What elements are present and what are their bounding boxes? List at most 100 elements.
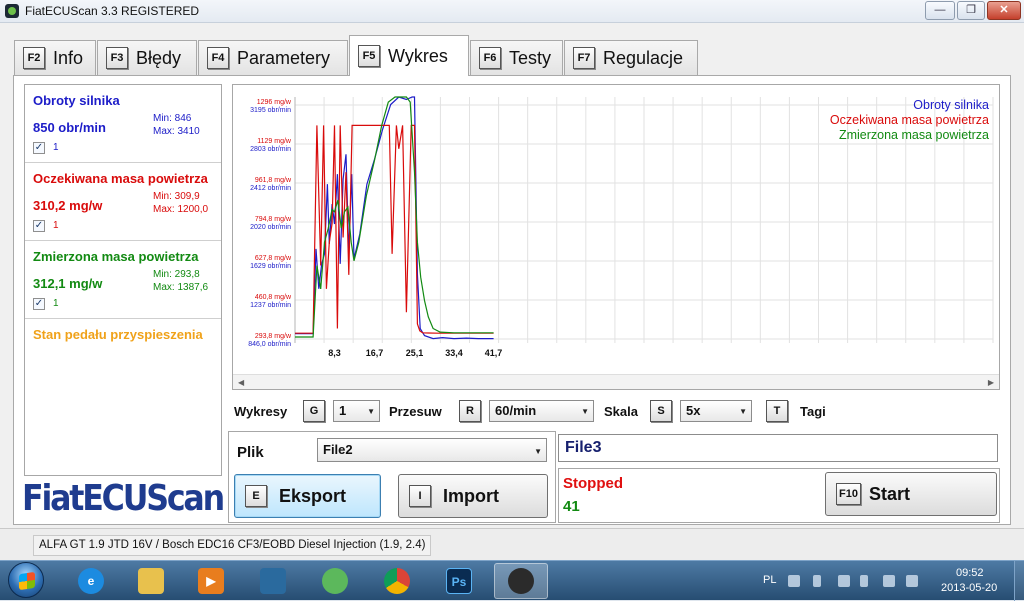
tab-regulacje[interactable]: F7 Regulacje [564,40,698,75]
fiatecuscan-icon [508,568,534,594]
chart-area[interactable]: 1296 mg/w 3195 obr/min 1129 mg/w 2803 obr/m… [232,84,1000,390]
app-icon [5,4,19,18]
parameter-min: Min: 309,9 [153,191,200,202]
start-key: F10 [836,483,861,505]
clock-date[interactable]: 2013-05-20 [941,582,997,594]
przesuw-key: R [459,400,481,422]
x-tick-label: 16,7 [366,348,384,358]
scroll-left-icon[interactable]: ◀ [238,378,244,387]
start-label: Start [868,483,910,504]
skala-key: S [650,400,672,422]
parameter-checkbox[interactable]: ✓ [33,298,45,310]
parameter-value: 312,1 mg/w [33,276,103,291]
tab-bledy[interactable]: F3 Błędy [97,40,197,75]
parameter-name: Stan pedału przyspieszenia [33,327,203,342]
plik-select[interactable]: File2 ▼ [317,438,547,462]
tab-key: F3 [106,47,128,69]
x-tick-label: 25,1 [406,348,424,358]
parameter-checkbox[interactable]: ✓ [33,220,45,232]
y-tick-label-rpm: 1629 obr/min [250,263,291,270]
chevron-down-icon: ▼ [534,447,542,456]
minimize-button[interactable]: — [925,1,955,20]
language-indicator[interactable]: PL [763,574,776,586]
y-tick-label-rpm: 1237 obr/min [250,302,291,309]
taskbar-media[interactable]: ▶ [184,563,238,599]
parameter-item-zmierzona[interactable]: Zmierzona masa powietrza 312,1 mg/w Min:… [25,241,221,319]
recording-file-field[interactable]: File3 [558,434,998,462]
series-line-1 [295,124,494,334]
taskbar-toolbox[interactable] [246,563,300,599]
tab-key: F7 [573,47,595,69]
parameter-min: Min: 846 [153,113,192,124]
taskbar-messenger[interactable] [308,563,362,599]
wykresy-key: G [303,400,325,422]
parameter-min: Min: 293,8 [153,269,200,280]
chevron-down-icon: ▼ [739,407,747,416]
tagi-key[interactable]: T [766,400,788,422]
restore-button[interactable]: ❐ [957,1,985,20]
parameter-name: Zmierzona masa powietrza [33,249,199,264]
folder-icon [138,568,164,594]
plik-value: File2 [323,442,353,457]
taskbar-chrome[interactable] [370,563,424,599]
import-key: I [409,485,431,507]
parameter-item-obroty[interactable]: Obroty silnika 850 obr/min Min: 846 Max:… [25,85,221,163]
y-tick-label-air: 293,8 mg/w [255,333,292,340]
taskbar-photoshop[interactable]: Ps [432,563,486,599]
sample-count: 41 [563,498,580,515]
scroll-right-icon[interactable]: ▶ [988,378,994,387]
close-button[interactable]: ✕ [987,1,1021,20]
skala-select[interactable]: 5x ▼ [680,400,752,422]
parameter-axis-number: 1 [53,142,59,153]
przesuw-select[interactable]: 60/min ▼ [489,400,594,422]
tab-wykres[interactable]: F5 Wykres [349,35,469,76]
parameter-list[interactable]: Obroty silnika 850 obr/min Min: 846 Max:… [24,84,222,476]
tab-label: Błędy [136,47,182,68]
show-desktop-button[interactable] [1014,561,1024,601]
parameter-item-oczekiwana[interactable]: Oczekiwana masa powietrza 310,2 mg/w Min… [25,163,221,241]
taskbar-explorer[interactable] [124,563,178,599]
import-button[interactable]: I Import [398,474,548,518]
tab-parametery[interactable]: F4 Parametery [198,40,348,75]
taskbar-ie[interactable]: e [64,563,118,599]
clock-time[interactable]: 09:52 [956,567,984,579]
x-tick-label: 41,7 [485,348,503,358]
y-tick-label-air: 1296 mg/w [257,99,292,106]
windows-taskbar: e ▶ Ps PL 09:52 2013-05-20 [0,560,1024,601]
skala-label: Skala [604,404,638,419]
file-groupbox: Plik File2 ▼ E Eksport I Import [228,431,556,523]
start-button[interactable] [8,562,44,598]
start-button[interactable]: F10 Start [825,472,997,516]
chart-scrollbar[interactable]: ◀ ▶ [233,374,999,389]
wykres-panel: Obroty silnika 850 obr/min Min: 846 Max:… [13,75,1011,525]
tab-label: Parametery [237,47,331,68]
export-button[interactable]: E Eksport [234,474,381,518]
parameter-name: Obroty silnika [33,93,120,108]
tab-key: F4 [207,47,229,69]
title-bar: FiatECUScan 3.3 REGISTERED — ❐ ✕ [0,0,1024,23]
export-label: Eksport [279,485,347,506]
volume-icon[interactable] [906,575,918,587]
flag-icon[interactable] [838,575,850,587]
taskbar-fiatecuscan[interactable] [494,563,548,599]
tab-label: Testy [509,47,552,68]
tagi-label: Tagi [800,404,826,419]
parameter-item-pedal[interactable]: Stan pedału przyspieszenia [25,319,221,397]
parameter-checkbox[interactable]: ✓ [33,142,45,154]
y-tick-label-rpm: 2803 obr/min [250,146,291,153]
tab-testy[interactable]: F6 Testy [470,40,563,75]
battery-icon[interactable] [860,575,868,587]
signal-icon[interactable] [883,575,895,587]
tray-arrow-icon[interactable] [813,575,821,587]
parameter-value: 850 obr/min [33,120,106,135]
tab-label: Regulacje [603,47,684,68]
legend-entry: Obroty silnika [913,98,989,112]
line-chart: 1296 mg/w3195 obr/min 1129 mg/w2803 obr/m… [248,96,994,358]
tab-label: Info [53,47,84,68]
vehicle-ecu-info: ALFA GT 1.9 JTD 16V / Bosch EDC16 CF3/EO… [33,535,432,556]
wykresy-select[interactable]: 1 ▼ [333,400,380,422]
tab-info[interactable]: F2 Info [14,40,96,75]
run-status-box: Stopped 41 F10 Start [558,468,1000,523]
keyboard-icon[interactable] [788,575,800,587]
parameter-max: Max: 3410 [153,126,200,137]
